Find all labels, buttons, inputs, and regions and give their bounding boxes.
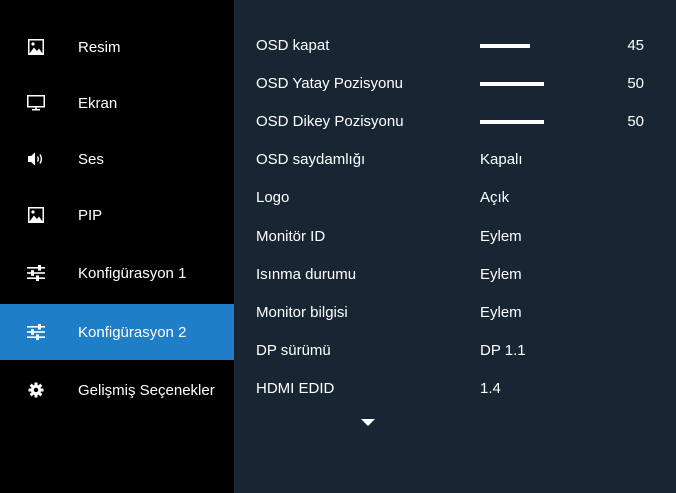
sidebar-item-label: Konfigürasyon 1	[78, 264, 187, 282]
sidebar-item-ses[interactable]: Ses	[0, 131, 234, 187]
setting-row-hdmi-edid[interactable]: HDMI EDID 1.4	[234, 370, 676, 408]
sliders-icon	[27, 264, 45, 282]
speaker-icon	[27, 150, 45, 168]
sliders-icon	[27, 323, 45, 341]
sidebar-item-ekran[interactable]: Ekran	[0, 75, 234, 131]
setting-label: HDMI EDID	[256, 380, 335, 397]
picture-icon	[27, 38, 45, 56]
setting-value[interactable]: Eylem	[480, 218, 522, 256]
setting-row-osd-dikey-pozisyonu[interactable]: OSD Dikey Pozisyonu 50	[234, 103, 676, 141]
slider-bar[interactable]	[480, 120, 544, 124]
sidebar-item-label: Konfigürasyon 2	[78, 323, 187, 341]
setting-label: OSD saydamlığı	[256, 151, 366, 168]
setting-value[interactable]: DP 1.1	[480, 332, 526, 370]
sidebar-item-label: PIP	[78, 206, 103, 224]
setting-label: DP sürümü	[256, 342, 331, 359]
setting-label: Isınma durumu	[256, 266, 357, 283]
slider-value: 50	[627, 75, 644, 92]
setting-label: OSD Dikey Pozisyonu	[256, 113, 404, 130]
picture-icon	[27, 206, 45, 224]
setting-value[interactable]: Kapalı	[480, 141, 523, 179]
setting-row-logo[interactable]: Logo Açık	[234, 179, 676, 217]
setting-label: OSD kapat	[256, 37, 330, 54]
slider-value: 50	[627, 113, 644, 130]
setting-row-dp-surumu[interactable]: DP sürümü DP 1.1	[234, 332, 676, 370]
sidebar-item-label: Gelişmiş Seçenekler	[78, 381, 215, 399]
gear-icon	[27, 381, 45, 399]
setting-value[interactable]: Eylem	[480, 256, 522, 294]
setting-value[interactable]: 1.4	[480, 370, 501, 408]
setting-label: OSD Yatay Pozisyonu	[256, 75, 404, 92]
setting-row-osd-saydamligi[interactable]: OSD saydamlığı Kapalı	[234, 141, 676, 179]
slider-bar[interactable]	[480, 44, 530, 48]
setting-row-osd-kapat[interactable]: OSD kapat 45	[234, 27, 676, 65]
slider-value: 45	[627, 37, 644, 54]
sidebar-item-label: Resim	[78, 38, 121, 56]
sidebar-item-resim[interactable]: Resim	[0, 19, 234, 75]
sidebar-menu: Resim Ekran Ses PIP Konfigürasyon 1 Konf…	[0, 0, 234, 493]
sidebar-item-konfigurasyon-1[interactable]: Konfigürasyon 1	[0, 245, 234, 301]
setting-row-monitor-id[interactable]: Monitör ID Eylem	[234, 218, 676, 256]
monitor-icon	[27, 94, 45, 112]
sidebar-item-gelismis-secenekler[interactable]: Gelişmiş Seçenekler	[0, 362, 234, 418]
setting-row-osd-yatay-pozisyonu[interactable]: OSD Yatay Pozisyonu 50	[234, 65, 676, 103]
setting-label: Logo	[256, 189, 290, 206]
setting-row-isinma-durumu[interactable]: Isınma durumu Eylem	[234, 256, 676, 294]
setting-value[interactable]: Açık	[480, 179, 509, 217]
sidebar-item-label: Ekran	[78, 94, 118, 112]
slider-bar[interactable]	[480, 82, 544, 86]
sidebar-item-konfigurasyon-2[interactable]: Konfigürasyon 2	[0, 304, 234, 360]
arrow-down-icon[interactable]	[361, 419, 375, 426]
settings-panel: OSD kapat 45 OSD Yatay Pozisyonu 50 OSD …	[234, 0, 676, 493]
setting-label: Monitör ID	[256, 228, 326, 245]
setting-value[interactable]: Eylem	[480, 294, 522, 332]
sidebar-item-label: Ses	[78, 150, 104, 168]
sidebar-item-pip[interactable]: PIP	[0, 187, 234, 243]
setting-label: Monitor bilgisi	[256, 304, 348, 321]
setting-row-monitor-bilgisi[interactable]: Monitor bilgisi Eylem	[234, 294, 676, 332]
